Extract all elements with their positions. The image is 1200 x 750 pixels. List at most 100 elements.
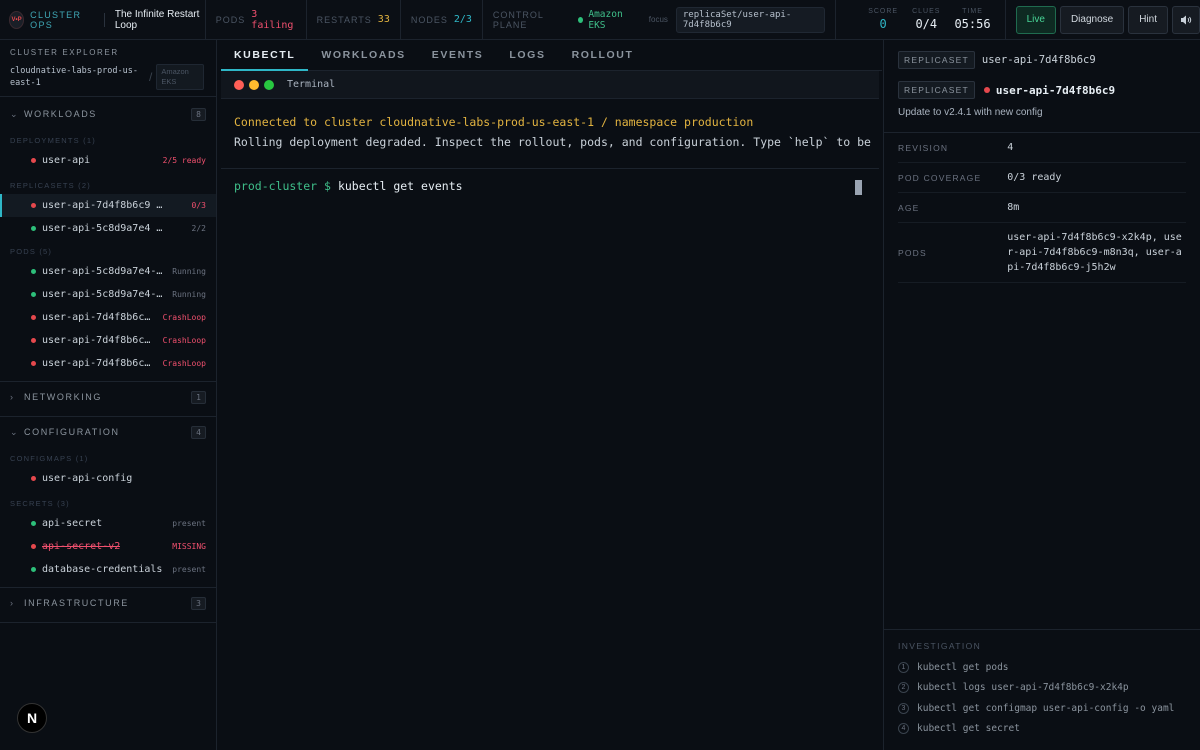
focus-indicator: focus replicaSet/user-api-7d4f8b6c9 xyxy=(649,0,837,40)
tab-kubectl[interactable]: KUBECTL xyxy=(221,40,309,71)
provider-badge: Amazon EKS xyxy=(156,64,205,90)
status-dot-icon xyxy=(31,338,36,343)
divider xyxy=(104,12,105,27)
maximize-dot-icon xyxy=(264,79,274,90)
tab-workloads[interactable]: WORKLOADS xyxy=(308,40,418,71)
detail-row: POD COVERAGE 0/3 ready xyxy=(898,163,1186,193)
replicasets-subheader: REPLICASETS (2) xyxy=(10,180,91,190)
detail-value: user-api-7d4f8b6c9-x2k4p, user-api-7d4f8… xyxy=(1007,232,1182,273)
terminal-titlebar: Terminal xyxy=(221,71,879,99)
list-item[interactable]: user-api-7d4f8b6c… CrashLoop xyxy=(0,329,216,352)
tab-events[interactable]: EVENTS xyxy=(419,40,497,71)
item-name: user-api-5c8d9a7e4-… xyxy=(42,289,163,300)
detail-key: POD COVERAGE xyxy=(898,172,982,183)
investigation-title: INVESTIGATION xyxy=(898,641,982,651)
investigation-step[interactable]: 4 kubectl get secret xyxy=(898,719,1186,740)
minimize-dot-icon xyxy=(249,79,259,90)
list-item[interactable]: user-api-7d4f8b6c9 (r4) 0/3 xyxy=(0,194,216,217)
list-item[interactable]: user-api-5c8d9a7e4-… Running xyxy=(0,260,216,283)
live-button[interactable]: Live xyxy=(1015,5,1056,34)
status-dot-icon xyxy=(31,269,36,274)
step-command: kubectl get configmap user-api-config -o… xyxy=(917,702,1175,714)
tab-rollout[interactable]: ROLLOUT xyxy=(559,40,647,71)
investigation-step[interactable]: 3 kubectl get configmap user-api-config -… xyxy=(898,698,1186,719)
workloads-count: 8 xyxy=(191,107,206,121)
list-item[interactable]: user-api-config xyxy=(0,467,216,490)
networking-label: NETWORKING xyxy=(24,392,102,402)
item-status: 0/3 xyxy=(191,201,206,210)
banner-line-degraded: Rolling deployment degraded. Inspect the… xyxy=(234,135,871,149)
infrastructure-group-header[interactable]: › INFRASTRUCTURE 3 xyxy=(0,590,216,616)
score-panel: SCORE 0 CLUES 0/4 TIME 05:56 xyxy=(854,0,1006,40)
status-dot-icon xyxy=(31,292,36,297)
configmaps-subheader: CONFIGMAPS (1) xyxy=(10,453,89,463)
resource-details: REVISION 4 POD COVERAGE 0/3 ready AGE 8m PODS u… xyxy=(884,133,1200,283)
detail-value: 0/3 ready xyxy=(1007,172,1062,183)
list-item[interactable]: api-secret-v2 MISSING xyxy=(0,535,216,558)
list-item[interactable]: api-secret present xyxy=(0,512,216,535)
selected-resource-name: user-api-7d4f8b6c9 xyxy=(995,83,1116,97)
item-status: 2/5 ready xyxy=(162,156,206,165)
sound-toggle-button[interactable] xyxy=(1172,5,1200,34)
list-item[interactable]: user-api-5c8d9a7e4-… Running xyxy=(0,283,216,306)
deployments-list: user-api 2/5 ready xyxy=(0,149,216,172)
status-dot-icon xyxy=(31,567,36,572)
divider xyxy=(0,622,216,623)
command-input[interactable]: kubectl get events xyxy=(338,179,463,193)
focus-pill[interactable]: replicaSet/user-api-7d4f8b6c9 xyxy=(675,6,826,33)
detail-key: AGE xyxy=(898,202,920,213)
terminal-banner: Connected to cluster cloudnative-labs-pr… xyxy=(221,99,879,169)
step-command: kubectl get pods xyxy=(917,661,1009,673)
scenario-title: The Infinite Restart Loop xyxy=(114,8,200,31)
brand-label: CLUSTER OPS xyxy=(30,9,82,30)
investigation-list: 1 kubectl get pods 2 kubectl logs user-api-… xyxy=(898,657,1186,739)
configuration-group-header[interactable]: ⌄ CONFIGURATION 4 xyxy=(0,419,216,445)
detail-row: REVISION 4 xyxy=(898,133,1186,163)
brand-area: V•P CLUSTER OPS The Infinite Restart Loo… xyxy=(0,0,206,40)
terminal-title: Terminal xyxy=(287,79,336,90)
pods-label: PODS xyxy=(215,14,246,25)
list-item[interactable]: user-api-7d4f8b6c… CrashLoop xyxy=(0,306,216,329)
pods-stat: PODS 3 failing xyxy=(206,0,307,40)
networking-count: 1 xyxy=(191,390,206,404)
nodes-label: NODES xyxy=(410,14,448,25)
tab-logs[interactable]: LOGS xyxy=(496,40,558,71)
item-status: CrashLoop xyxy=(162,336,206,345)
item-name: user-api-5c8d9a7e4 (r3) xyxy=(42,223,167,234)
terminal-input-line[interactable]: prod-cluster $ kubectl get events xyxy=(221,169,879,203)
networking-group-header[interactable]: › NETWORKING 1 xyxy=(0,384,216,410)
chevron-down-icon: ⌄ xyxy=(10,108,20,119)
cluster-context: cloudnative-labs-prod-us-east-1 / Amazon… xyxy=(10,64,206,90)
hint-button[interactable]: Hint xyxy=(1128,5,1168,34)
list-item[interactable]: database-credentials present xyxy=(0,558,216,581)
app-logo: V•P xyxy=(9,10,25,29)
sidebar-title: CLUSTER EXPLORER xyxy=(10,48,119,57)
investigation-step[interactable]: 1 kubectl get pods xyxy=(898,657,1186,678)
list-item[interactable]: user-api-7d4f8b6c… CrashLoop xyxy=(0,352,216,375)
list-item[interactable]: user-api-5c8d9a7e4 (r3) 2/2 xyxy=(0,217,216,240)
selected-resource: REPLICASET user-api-7d4f8b6c9 xyxy=(884,71,1200,99)
resource-kind-tag: REPLICASET xyxy=(898,50,975,69)
nextjs-logo-icon[interactable]: N xyxy=(17,703,47,733)
status-dot-icon xyxy=(31,226,36,231)
item-name: user-api-7d4f8b6c9 (r4) xyxy=(42,200,167,211)
chevron-right-icon: › xyxy=(10,392,15,402)
list-item[interactable]: user-api 2/5 ready xyxy=(0,149,216,172)
clues-value: 0/4 xyxy=(915,17,938,31)
diagnose-button[interactable]: Diagnose xyxy=(1059,5,1125,34)
item-status: present xyxy=(172,519,206,528)
step-number-icon: 3 xyxy=(898,702,909,714)
item-name: user-api-7d4f8b6c… xyxy=(42,358,151,369)
status-dot-icon xyxy=(31,158,36,163)
control-plane-label: CONTROL PLANE xyxy=(492,9,544,30)
top-bar: V•P CLUSTER OPS The Infinite Restart Loo… xyxy=(0,0,1200,40)
restarts-label: RESTARTS xyxy=(316,14,372,25)
workloads-group-header[interactable]: ⌄ WORKLOADS 8 xyxy=(0,101,216,127)
cluster-name: cloudnative-labs-prod-us-east-1 xyxy=(10,66,138,88)
investigation-panel: INVESTIGATION 1 kubectl get pods 2 kubectl … xyxy=(884,629,1200,739)
item-name: user-api-5c8d9a7e4-… xyxy=(42,266,163,277)
status-dot-icon xyxy=(31,544,36,549)
replicasets-list: user-api-7d4f8b6c9 (r4) 0/3 user-api-5c8d9… xyxy=(0,194,216,240)
investigation-step[interactable]: 2 kubectl logs user-api-7d4f8b6c9-x2k4p xyxy=(898,678,1186,699)
divider xyxy=(0,96,216,97)
